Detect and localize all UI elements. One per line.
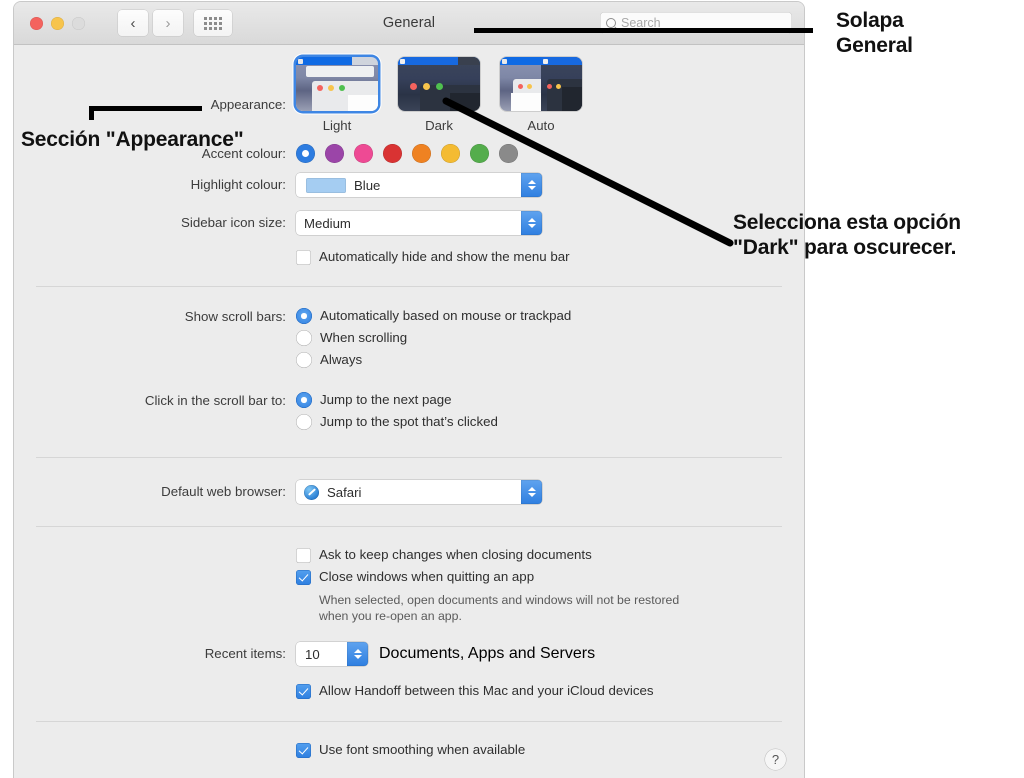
recent-items-field: 10 Documents, Apps and Servers bbox=[296, 642, 804, 666]
light-label: Light bbox=[322, 118, 352, 133]
safari-icon bbox=[304, 484, 319, 500]
default-browser-field: Safari bbox=[296, 480, 804, 504]
highlight-colour-value: Blue bbox=[354, 177, 381, 193]
handoff-option[interactable]: Allow Handoff between this Mac and your … bbox=[296, 682, 804, 700]
separator-4 bbox=[36, 721, 782, 722]
search-icon bbox=[606, 18, 616, 28]
recent-items-stepper-field[interactable]: 10 bbox=[296, 642, 368, 666]
scrollbar-click-label-next-page: Jump to the next page bbox=[320, 392, 452, 407]
highlight-swatch bbox=[306, 177, 346, 193]
scrollbar-option-when-scrolling[interactable]: When scrolling bbox=[296, 329, 804, 347]
scrollbar-click-label: Click in the scroll bar to: bbox=[144, 393, 286, 408]
handoff-checkbox[interactable] bbox=[296, 683, 311, 699]
separator-1 bbox=[36, 286, 782, 287]
recent-items-suffix: Documents, Apps and Servers bbox=[379, 645, 596, 662]
font-smoothing-label: Use font smoothing when available bbox=[319, 742, 526, 757]
handoff-field: Allow Handoff between this Mac and your … bbox=[296, 682, 804, 704]
default-browser-select[interactable]: Safari bbox=[296, 480, 542, 504]
separator-3 bbox=[36, 526, 782, 527]
default-browser-value: Safari bbox=[327, 484, 362, 500]
ask-keep-changes-option[interactable]: Ask to keep changes when closing documen… bbox=[296, 546, 804, 564]
scrollbar-radio-when-scrolling[interactable] bbox=[296, 330, 312, 346]
scrollbar-click-row: Click in the scroll bar to: Jump to the … bbox=[14, 391, 804, 435]
close-windows-hint-line1: When selected, open documents and window… bbox=[319, 593, 680, 607]
default-browser-row: Default web browser: Safari bbox=[14, 480, 804, 504]
scrollbar-radio-auto[interactable] bbox=[296, 308, 312, 324]
accent-swatch-purple[interactable] bbox=[325, 144, 344, 163]
ask-keep-changes-checkbox[interactable] bbox=[296, 547, 311, 563]
handoff-row: Allow Handoff between this Mac and your … bbox=[14, 682, 804, 704]
documents-options: Ask to keep changes when closing documen… bbox=[296, 546, 804, 624]
annotation-appearance-section: Sección "Appearance" bbox=[21, 128, 244, 151]
scrollbar-option-auto[interactable]: Automatically based on mouse or trackpad bbox=[296, 307, 804, 325]
scrollbar-click-option-next-page[interactable]: Jump to the next page bbox=[296, 391, 804, 409]
scrollbar-label-always: Always bbox=[320, 352, 363, 367]
scrollbar-radio-always[interactable] bbox=[296, 352, 312, 368]
accent-swatch-pink[interactable] bbox=[354, 144, 373, 163]
menubar-autohide-checkbox[interactable] bbox=[296, 249, 311, 265]
annotation-dark-line1: Selecciona esta opción bbox=[733, 211, 961, 234]
sidebar-icon-size-value: Medium bbox=[304, 215, 351, 231]
recent-items-label: Recent items: bbox=[204, 646, 286, 661]
recent-items-row: Recent items: 10 Documents, Apps and Ser… bbox=[14, 642, 804, 666]
scrollbar-label-when-scrolling: When scrolling bbox=[320, 330, 408, 345]
screenshot-root: ‹ › General Search Appearance: Light Dar… bbox=[0, 0, 1024, 778]
scrollbar-click-radio-next-page[interactable] bbox=[296, 392, 312, 408]
recent-items-stepper[interactable] bbox=[347, 642, 368, 666]
documents-row: Ask to keep changes when closing documen… bbox=[14, 546, 804, 624]
annotation-dark-line2: "Dark" para oscurecer. bbox=[733, 236, 957, 259]
window-titlebar: ‹ › General Search bbox=[14, 2, 804, 45]
accent-swatch-blue[interactable] bbox=[296, 144, 315, 163]
scrollbar-click-label-spot: Jump to the spot that’s clicked bbox=[320, 414, 498, 429]
appearance-option-light[interactable]: Light bbox=[296, 57, 378, 133]
show-scroll-bars-row: Show scroll bars: Automatically based on… bbox=[14, 307, 804, 373]
font-smoothing-option[interactable]: Use font smoothing when available bbox=[296, 741, 804, 759]
accent-swatch-red[interactable] bbox=[383, 144, 402, 163]
font-smoothing-checkbox[interactable] bbox=[296, 742, 311, 758]
scrollbar-click-radio-spot[interactable] bbox=[296, 414, 312, 430]
show-scroll-bars-options: Automatically based on mouse or trackpad… bbox=[296, 307, 804, 373]
close-windows-label: Close windows when quitting an app bbox=[319, 569, 535, 584]
recent-items-value: 10 bbox=[305, 646, 320, 662]
close-windows-option[interactable]: Close windows when quitting an app bbox=[296, 568, 804, 586]
annotation-line-general bbox=[474, 28, 813, 33]
annotation-dark-option: Selecciona esta opción "Dark" para oscur… bbox=[733, 210, 961, 260]
scrollbar-click-option-spot[interactable]: Jump to the spot that’s clicked bbox=[296, 413, 804, 431]
handoff-label: Allow Handoff between this Mac and your … bbox=[319, 683, 654, 698]
close-windows-checkbox[interactable] bbox=[296, 569, 311, 585]
help-button[interactable]: ? bbox=[765, 749, 786, 770]
accent-swatch-orange[interactable] bbox=[412, 144, 431, 163]
default-browser-stepper[interactable] bbox=[521, 480, 542, 504]
separator-2 bbox=[36, 457, 782, 458]
annotation-line-appearance-v bbox=[89, 106, 94, 120]
scrollbar-label-auto: Automatically based on mouse or trackpad bbox=[320, 308, 572, 323]
default-browser-label: Default web browser: bbox=[161, 484, 286, 499]
annotation-general-line1: Solapa bbox=[836, 9, 904, 32]
scrollbar-click-options: Jump to the next page Jump to the spot t… bbox=[296, 391, 804, 435]
ask-keep-changes-label: Ask to keep changes when closing documen… bbox=[319, 547, 592, 562]
annotation-general-tab: Solapa General bbox=[836, 8, 913, 58]
light-thumbnail[interactable] bbox=[296, 57, 378, 111]
close-windows-hint-line2: when you re-open an app. bbox=[319, 609, 462, 623]
font-smoothing-field: Use font smoothing when available bbox=[296, 741, 804, 763]
highlight-colour-label: Highlight colour: bbox=[190, 177, 286, 192]
annotation-general-line2: General bbox=[836, 34, 913, 57]
scrollbar-option-always[interactable]: Always bbox=[296, 351, 804, 369]
annotation-line-appearance-h bbox=[89, 106, 202, 111]
sidebar-icon-size-label: Sidebar icon size: bbox=[181, 215, 286, 230]
annotation-arrow-dark bbox=[442, 97, 734, 247]
show-scroll-bars-label: Show scroll bars: bbox=[184, 309, 286, 324]
font-smoothing-row: Use font smoothing when available bbox=[14, 741, 804, 763]
